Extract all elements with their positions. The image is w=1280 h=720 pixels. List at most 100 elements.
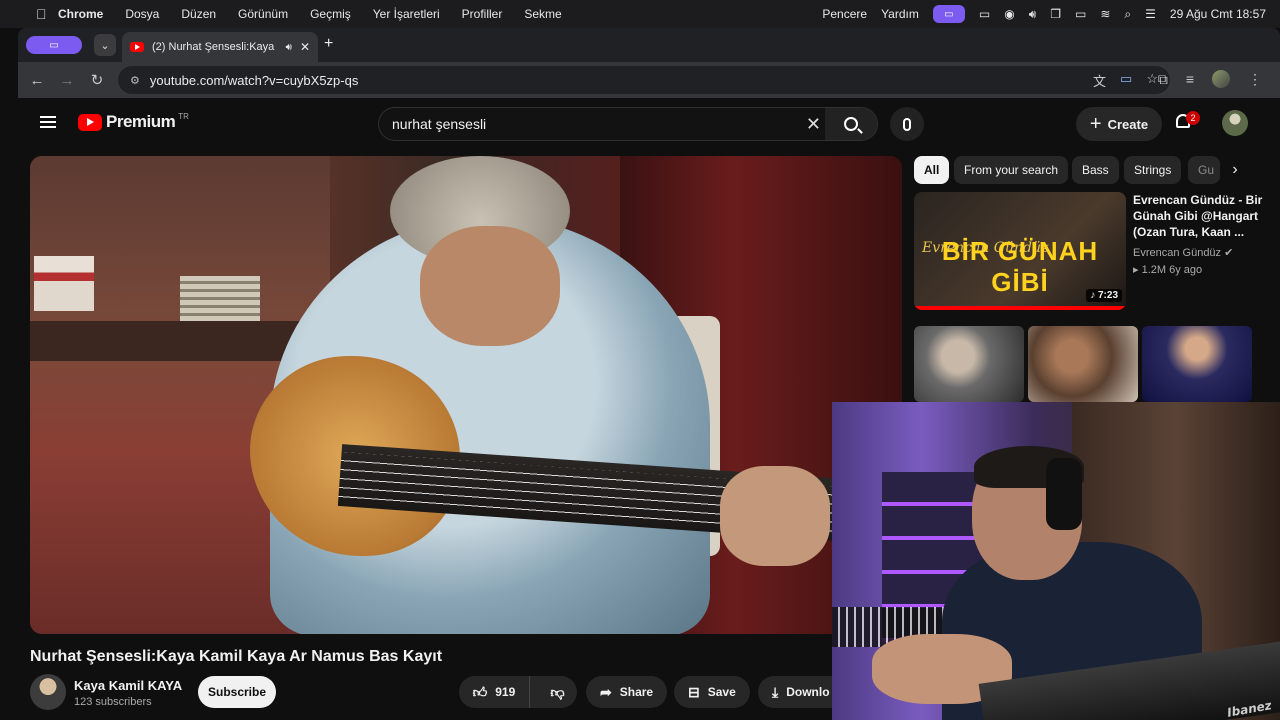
youtube-premium-logo[interactable]: Premium TR xyxy=(78,112,189,132)
clear-search-icon[interactable]: ✕ xyxy=(806,114,821,135)
youtube-favicon-icon xyxy=(130,42,144,52)
battery-icon[interactable]: ▭ xyxy=(1075,7,1086,21)
recommended-thumbnail-3[interactable] xyxy=(1028,326,1138,402)
chrome-menu-icon[interactable]: ⋮ xyxy=(1248,71,1262,88)
menu-pencere[interactable]: Pencere xyxy=(822,7,867,21)
search-query[interactable]: nurhat şensesli xyxy=(392,116,486,132)
tab-audio-icon[interactable]: 🔊︎ xyxy=(286,42,292,53)
spotlight-icon[interactable]: ⌕ xyxy=(1124,7,1131,22)
thumbs-up-icon: 👍︎ xyxy=(472,683,488,700)
menu-profiller[interactable]: Profiller xyxy=(462,7,503,21)
tab-group-chip[interactable]: ▭ xyxy=(26,36,82,54)
plus-icon: + xyxy=(1089,113,1102,135)
site-info-icon[interactable]: ⚙ xyxy=(130,74,140,87)
download-label: Downlo xyxy=(786,685,830,699)
webcam-overlay: Ibanez xyxy=(832,402,1280,720)
screen-share-icon[interactable]: ▭ xyxy=(932,5,965,23)
youtube-play-logo-icon xyxy=(78,113,102,131)
focus-icon[interactable]: ◉ xyxy=(1004,7,1014,21)
chip-strings[interactable]: Strings xyxy=(1124,156,1182,184)
video-books xyxy=(180,276,260,321)
control-center-icon[interactable]: ☰ xyxy=(1145,7,1156,21)
recommended-thumbnail-2[interactable] xyxy=(914,326,1024,402)
toolbar-right: ⧉ ≡ ⋮ xyxy=(1158,70,1262,88)
display-icon[interactable]: ▭ xyxy=(979,7,990,21)
recommended-channel[interactable]: Evrencan Gündüz ✔ xyxy=(1133,246,1233,259)
translate-icon[interactable]: 文 xyxy=(1093,71,1106,90)
download-icon: ⤓ xyxy=(772,683,779,700)
recommended-title[interactable]: Evrencan Gündüz - Bir Günah Gibi @Hangar… xyxy=(1133,192,1268,240)
menu-dosya[interactable]: Dosya xyxy=(125,7,159,21)
chrome-tab-strip: ▭ ⌄ (2) Nurhat Şensesli:Kaya 🔊︎ ✕ + xyxy=(18,28,1280,62)
url-text[interactable]: youtube.com/watch?v=cuybX5zp-qs xyxy=(150,73,358,88)
save-label: Save xyxy=(707,685,736,699)
chip-bass[interactable]: Bass xyxy=(1072,156,1119,184)
play-count-icon: ▸ xyxy=(1133,264,1139,276)
download-button[interactable]: ⤓ Downlo xyxy=(758,676,838,708)
video-can xyxy=(34,256,94,311)
chip-all[interactable]: All xyxy=(914,156,950,184)
hamburger-menu-icon[interactable] xyxy=(40,116,56,128)
chrome-toolbar: ← → ↻ ⚙ youtube.com/watch?v=cuybX5zp-qs … xyxy=(18,62,1280,98)
recommended-thumbnail[interactable]: Evrencan Gündüz BİR GÜNAH GİBİ ♪ 7:23 xyxy=(914,192,1126,310)
bookmark-icon: ⊟ xyxy=(688,683,700,700)
recommended-channel-text: Evrencan Gündüz xyxy=(1133,247,1222,259)
dislike-button[interactable]: 👎︎ xyxy=(538,684,577,701)
address-bar[interactable]: ⚙ youtube.com/watch?v=cuybX5zp-qs 文 ▭ ☆ xyxy=(118,66,1170,94)
create-button[interactable]: + Create xyxy=(1076,107,1162,141)
user-avatar[interactable] xyxy=(1222,110,1248,136)
verified-icon: ✔ xyxy=(1224,247,1234,259)
menu-yer-isaretleri[interactable]: Yer İşaretleri xyxy=(373,7,440,21)
menu-gecmis[interactable]: Geçmiş xyxy=(310,7,351,21)
subscriber-count: 123 subscribers xyxy=(74,696,152,708)
profile-avatar[interactable] xyxy=(1212,70,1230,88)
channel-avatar[interactable] xyxy=(30,674,66,710)
share-icon: ➦ xyxy=(600,683,612,700)
volume-icon[interactable]: 🔊︎ xyxy=(1029,7,1037,22)
video-player[interactable] xyxy=(30,156,902,634)
media-control-icon[interactable]: ≡ xyxy=(1186,71,1194,87)
chip-from-your-search[interactable]: From your search xyxy=(954,156,1069,184)
wifi-icon[interactable]: ≋ xyxy=(1100,7,1110,21)
video-shelf xyxy=(30,321,310,361)
duration-text: 7:23 xyxy=(1097,290,1118,301)
tab-close-icon[interactable]: ✕ xyxy=(300,40,310,54)
menu-sekme[interactable]: Sekme xyxy=(524,7,561,21)
apple-menu-icon[interactable]:  xyxy=(36,6,58,22)
menu-gorunum[interactable]: Görünüm xyxy=(238,7,288,21)
subscribe-button[interactable]: Subscribe xyxy=(198,676,276,708)
logo-country-code: TR xyxy=(178,111,189,121)
bookmark-star-icon[interactable]: ☆ xyxy=(1146,71,1158,90)
back-icon[interactable]: ← xyxy=(22,72,52,89)
menu-duzen[interactable]: Düzen xyxy=(181,7,216,21)
omnibox-actions: 文 ▭ ☆ xyxy=(1093,71,1158,90)
forward-icon[interactable]: → xyxy=(52,72,82,89)
search-input[interactable]: nurhat şensesli ✕ xyxy=(378,107,878,141)
window-icon[interactable]: ❐ xyxy=(1050,7,1061,21)
share-button[interactable]: ➦ Share xyxy=(586,676,668,708)
voice-search-button[interactable] xyxy=(890,107,924,141)
tab-search-chevron-icon[interactable]: ⌄ xyxy=(94,34,116,56)
macos-menubar:  Chrome Dosya Düzen Görünüm Geçmiş Yer … xyxy=(0,0,1280,28)
save-button[interactable]: ⊟ Save xyxy=(674,676,750,708)
new-tab-icon[interactable]: + xyxy=(324,35,333,53)
search-button[interactable] xyxy=(825,108,877,140)
chip-truncated[interactable]: Gu xyxy=(1188,156,1220,184)
logo-text: Premium xyxy=(106,112,176,131)
menubar-clock[interactable]: 29 Ağu Cmt 18:57 xyxy=(1170,7,1266,21)
thumbs-down-icon: 👎︎ xyxy=(550,683,565,700)
like-button[interactable]: 👍︎ 919 xyxy=(459,676,530,708)
share-label: Share xyxy=(619,685,654,699)
channel-name[interactable]: Kaya Kamil KAYA xyxy=(74,678,182,693)
menubar-status-area: Pencere Yardım ▭ ▭ ◉ 🔊︎ ❐ ▭ ≋ ⌕ ☰ 29 Ağu… xyxy=(822,0,1266,28)
cast-icon[interactable]: ▭ xyxy=(1120,71,1132,90)
extensions-icon[interactable]: ⧉ xyxy=(1158,71,1168,88)
video-title: Nurhat Şensesli:Kaya Kamil Kaya Ar Namus… xyxy=(30,648,443,665)
video-hand xyxy=(720,466,830,566)
menu-chrome[interactable]: Chrome xyxy=(58,7,103,21)
tab-youtube[interactable]: (2) Nurhat Şensesli:Kaya 🔊︎ ✕ xyxy=(122,32,318,62)
chevron-right-icon[interactable]: › xyxy=(1224,159,1246,181)
menu-yardim[interactable]: Yardım xyxy=(881,7,919,21)
recommended-thumbnail-4[interactable] xyxy=(1142,326,1252,402)
reload-icon[interactable]: ↻ xyxy=(82,71,112,89)
